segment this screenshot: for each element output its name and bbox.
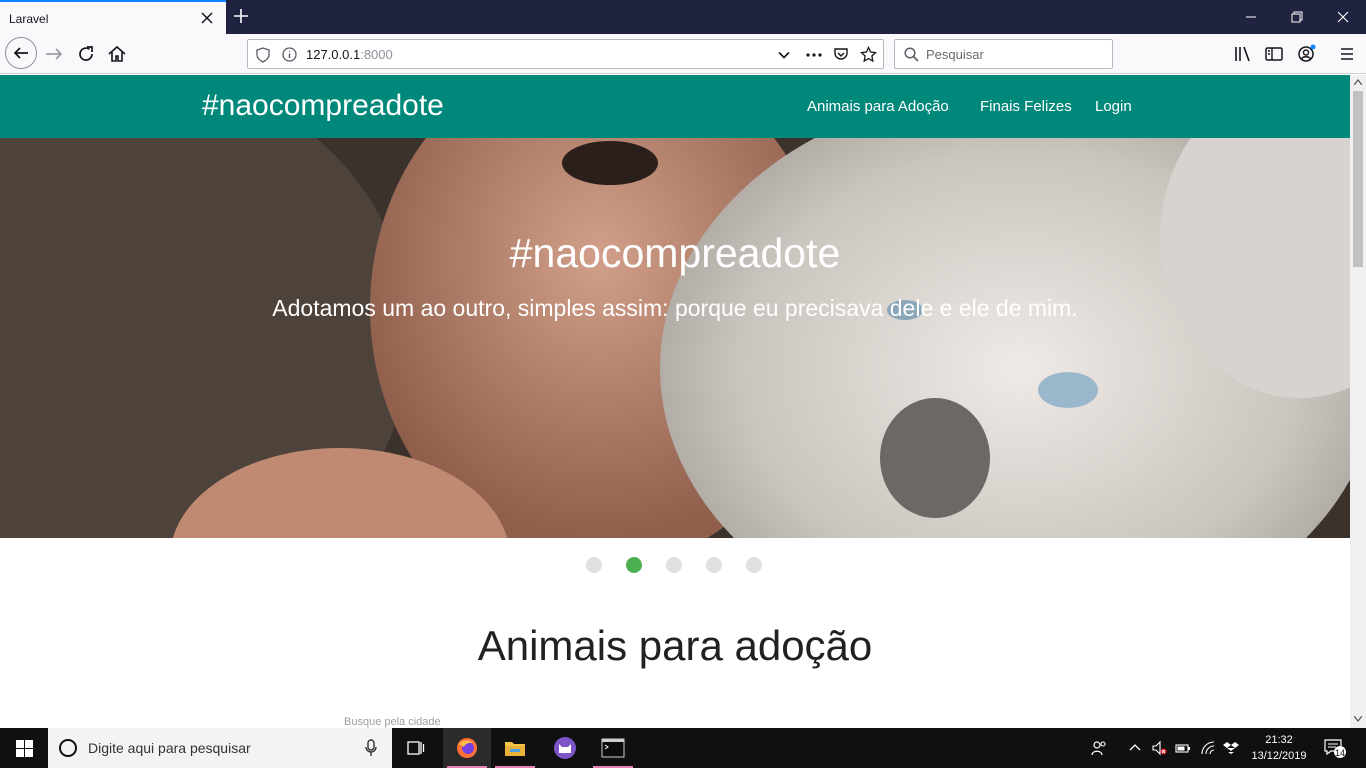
home-icon xyxy=(108,45,126,62)
hero-subtitle: Adotamos um ao outro, simples assim: por… xyxy=(272,295,1078,321)
minimize-icon xyxy=(1246,16,1256,18)
browser-tab[interactable]: Laravel xyxy=(0,0,226,34)
windows-logo-icon xyxy=(16,740,33,757)
info-icon[interactable] xyxy=(282,47,297,62)
pocket-icon[interactable] xyxy=(833,46,849,62)
scroll-thumb[interactable] xyxy=(1353,91,1363,267)
search-icon xyxy=(904,47,919,62)
hero-carousel[interactable]: #naocompreadote Adotamos um ao outro, si… xyxy=(0,138,1350,538)
minimize-button[interactable] xyxy=(1228,0,1274,34)
volume-muted-icon[interactable] xyxy=(1151,740,1167,756)
microphone-icon[interactable] xyxy=(364,739,378,757)
start-button[interactable] xyxy=(0,728,48,768)
arrow-left-icon xyxy=(13,47,28,59)
sidebar-button[interactable] xyxy=(1262,42,1286,66)
cortana-icon xyxy=(59,739,77,757)
system-clock[interactable]: 21:32 13/12/2019 xyxy=(1240,732,1318,764)
taskbar-firefox[interactable] xyxy=(443,728,491,768)
url-port: :8000 xyxy=(360,47,393,62)
restore-icon xyxy=(1291,11,1303,23)
close-window-button[interactable] xyxy=(1320,0,1366,34)
search-placeholder: Pesquisar xyxy=(926,47,984,62)
nav-link-login[interactable]: Login xyxy=(1095,98,1132,115)
battery-icon[interactable] xyxy=(1175,740,1191,756)
terminal-icon xyxy=(601,738,625,758)
taskbar-app-cat[interactable] xyxy=(541,728,589,768)
carousel-dot-1[interactable] xyxy=(586,557,602,573)
city-search-label: Busque pela cidade xyxy=(344,716,441,728)
nav-link-animais[interactable]: Animais para Adoção xyxy=(807,98,949,115)
page-scrollbar[interactable] xyxy=(1350,75,1366,728)
site-header: #naocompreadote Animais para Adoção Fina… xyxy=(0,75,1350,138)
wifi-icon[interactable] xyxy=(1200,740,1216,756)
taskbar-search-placeholder: Digite aqui para pesquisar xyxy=(88,740,251,756)
clock-time: 21:32 xyxy=(1265,734,1293,746)
close-icon[interactable] xyxy=(199,10,215,26)
task-view-icon xyxy=(407,741,425,755)
section-title: Animais para adoção xyxy=(477,622,873,669)
carousel-dot-3[interactable] xyxy=(666,557,682,573)
hero-photo xyxy=(0,138,1350,538)
nav-link-finais-felizes[interactable]: Finais Felizes xyxy=(980,98,1072,115)
library-button[interactable] xyxy=(1231,42,1255,66)
action-center-button[interactable]: 14 xyxy=(1324,738,1346,758)
arrow-right-icon xyxy=(46,48,63,60)
notification-count: 14 xyxy=(1335,748,1346,758)
tab-title: Laravel xyxy=(9,12,49,26)
site-brand[interactable]: #naocompreadote xyxy=(202,89,444,123)
reload-icon xyxy=(79,46,93,61)
home-button[interactable] xyxy=(105,42,129,66)
browser-tabstrip: Laravel xyxy=(0,0,1366,34)
restore-button[interactable] xyxy=(1274,0,1320,34)
taskbar-search[interactable]: Digite aqui para pesquisar xyxy=(48,728,392,768)
menu-button[interactable] xyxy=(1335,42,1359,66)
url-bar[interactable]: 127.0.0.1:8000 xyxy=(247,39,884,69)
url-text: 127.0.0.1:8000 xyxy=(306,47,393,62)
shield-icon xyxy=(256,47,270,63)
account-icon xyxy=(1298,44,1316,62)
bookmark-star-icon[interactable] xyxy=(860,46,877,63)
scroll-up-icon[interactable] xyxy=(1354,79,1362,85)
scroll-down-icon[interactable] xyxy=(1354,716,1362,722)
close-icon xyxy=(1337,11,1349,23)
chevron-up-icon[interactable] xyxy=(1127,740,1143,756)
taskbar-terminal[interactable] xyxy=(589,728,637,768)
search-bar[interactable]: Pesquisar xyxy=(894,39,1113,69)
hamburger-menu-icon xyxy=(1341,48,1353,60)
cat-app-icon xyxy=(554,737,576,759)
hero-title: #naocompreadote xyxy=(509,230,841,276)
account-button[interactable] xyxy=(1294,42,1318,66)
chevron-down-icon[interactable] xyxy=(777,48,791,62)
forward-button[interactable] xyxy=(42,42,66,66)
taskbar-file-explorer[interactable] xyxy=(491,728,539,768)
sidebar-icon xyxy=(1265,47,1283,61)
library-icon xyxy=(1235,46,1250,62)
clock-date: 13/12/2019 xyxy=(1251,750,1307,762)
new-tab-icon[interactable] xyxy=(231,6,251,26)
back-button[interactable] xyxy=(5,37,37,69)
more-actions-icon[interactable] xyxy=(805,48,823,62)
browser-toolbar: 127.0.0.1:8000 Pesquisar xyxy=(0,34,1366,74)
carousel-dot-5[interactable] xyxy=(746,557,762,573)
folder-icon xyxy=(505,742,525,756)
reload-button[interactable] xyxy=(74,42,98,66)
web-page: #naocompreadote Animais para Adoção Fina… xyxy=(0,75,1350,728)
windows-taskbar: Digite aqui para pesquisar 21:32 13/12/2… xyxy=(0,728,1366,768)
url-host: 127.0.0.1 xyxy=(306,47,361,62)
carousel-dot-4[interactable] xyxy=(706,557,722,573)
carousel-dot-2[interactable] xyxy=(626,557,642,573)
people-icon[interactable] xyxy=(1091,740,1107,756)
task-view-button[interactable] xyxy=(392,728,440,768)
dropbox-icon[interactable] xyxy=(1223,740,1239,756)
firefox-icon xyxy=(457,738,477,758)
